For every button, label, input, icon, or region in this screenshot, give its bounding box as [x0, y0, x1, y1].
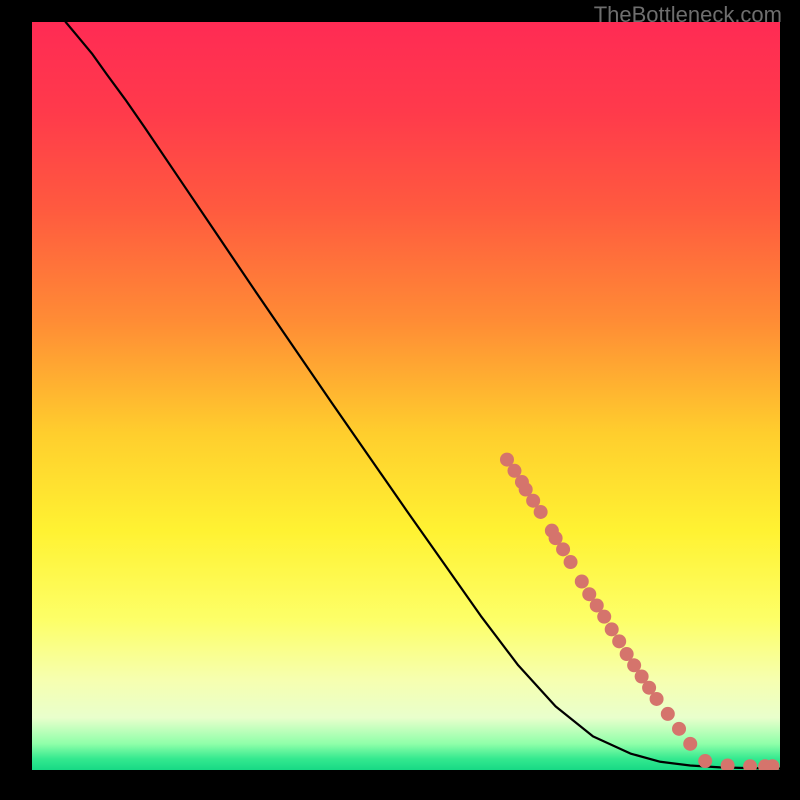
data-point — [698, 754, 712, 768]
plot-area — [32, 22, 780, 770]
chart-frame: TheBottleneck.com — [0, 0, 800, 800]
data-point — [564, 555, 578, 569]
data-point — [661, 707, 675, 721]
data-point — [534, 505, 548, 519]
gradient-background — [32, 22, 780, 770]
data-point — [672, 722, 686, 736]
data-point — [575, 575, 589, 589]
data-point — [650, 692, 664, 706]
chart-svg — [32, 22, 780, 770]
data-point — [597, 610, 611, 624]
data-point — [556, 542, 570, 556]
data-point — [605, 622, 619, 636]
data-point — [683, 737, 697, 751]
data-point — [612, 634, 626, 648]
